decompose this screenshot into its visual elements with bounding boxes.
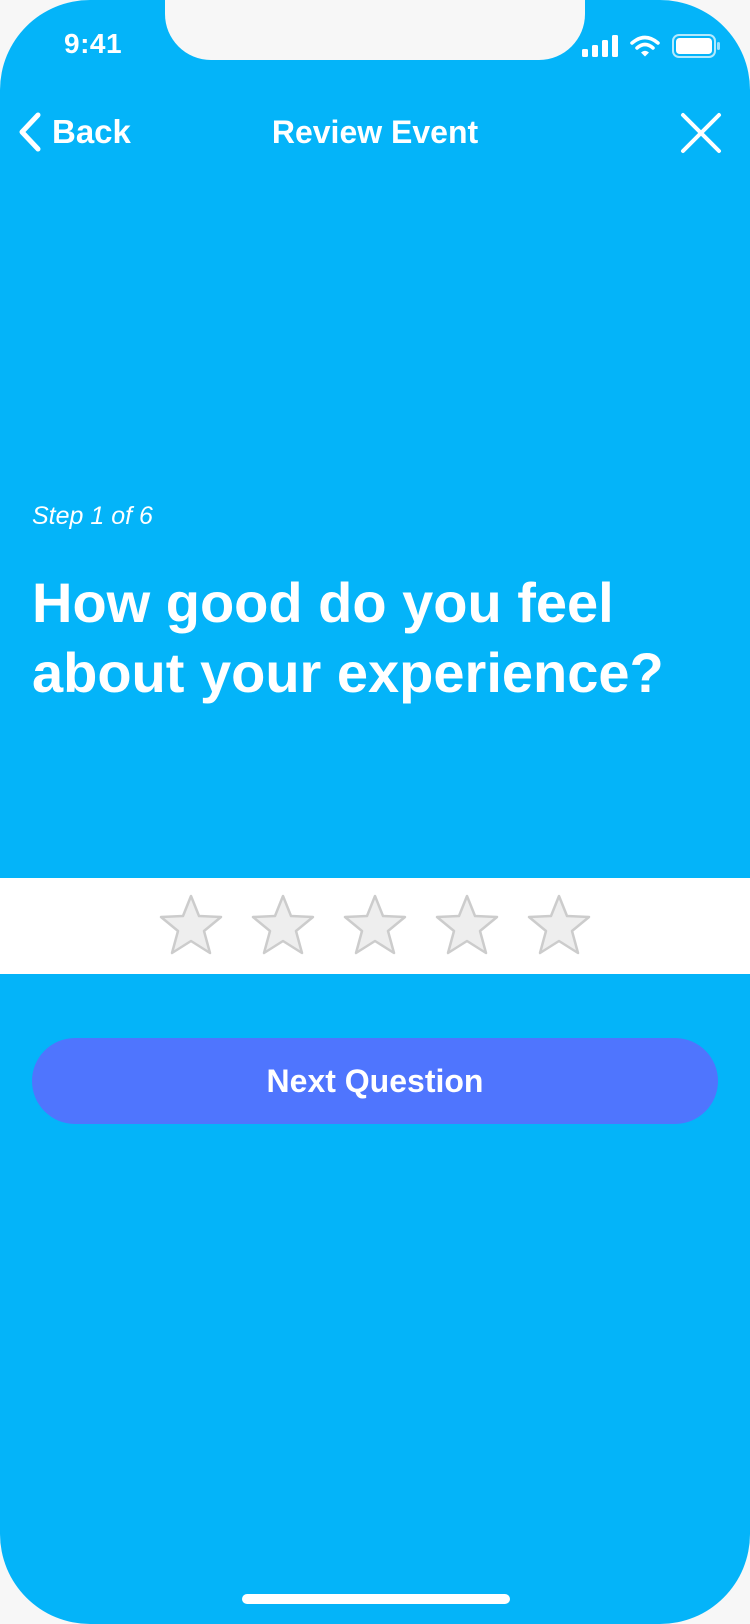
close-icon [681, 113, 721, 153]
step-indicator: Step 1 of 6 [32, 502, 153, 530]
status-time: 9:41 [64, 28, 123, 59]
wifi-icon [630, 35, 660, 57]
status-icons [582, 34, 720, 58]
star-3-icon[interactable] [342, 893, 408, 959]
page-title: Review Event [271, 114, 479, 150]
close-button[interactable] [678, 110, 724, 156]
signal-icon [582, 35, 618, 57]
device-notch [165, 0, 585, 60]
next-question-button[interactable]: Next Question [32, 1038, 718, 1124]
question-heading: How good do you feel about your experien… [32, 571, 664, 704]
star-rating [0, 878, 750, 974]
phone-screen: 9:41 Back Review Event Step 1 of 6 How g… [0, 0, 750, 1624]
battery-icon [672, 34, 720, 58]
star-1-icon[interactable] [158, 893, 224, 959]
star-5-icon[interactable] [526, 893, 592, 959]
home-indicator[interactable] [242, 1594, 510, 1604]
star-2-icon[interactable] [250, 893, 316, 959]
star-4-icon[interactable] [434, 893, 500, 959]
navigation-bar: Back Review Event [0, 100, 750, 170]
